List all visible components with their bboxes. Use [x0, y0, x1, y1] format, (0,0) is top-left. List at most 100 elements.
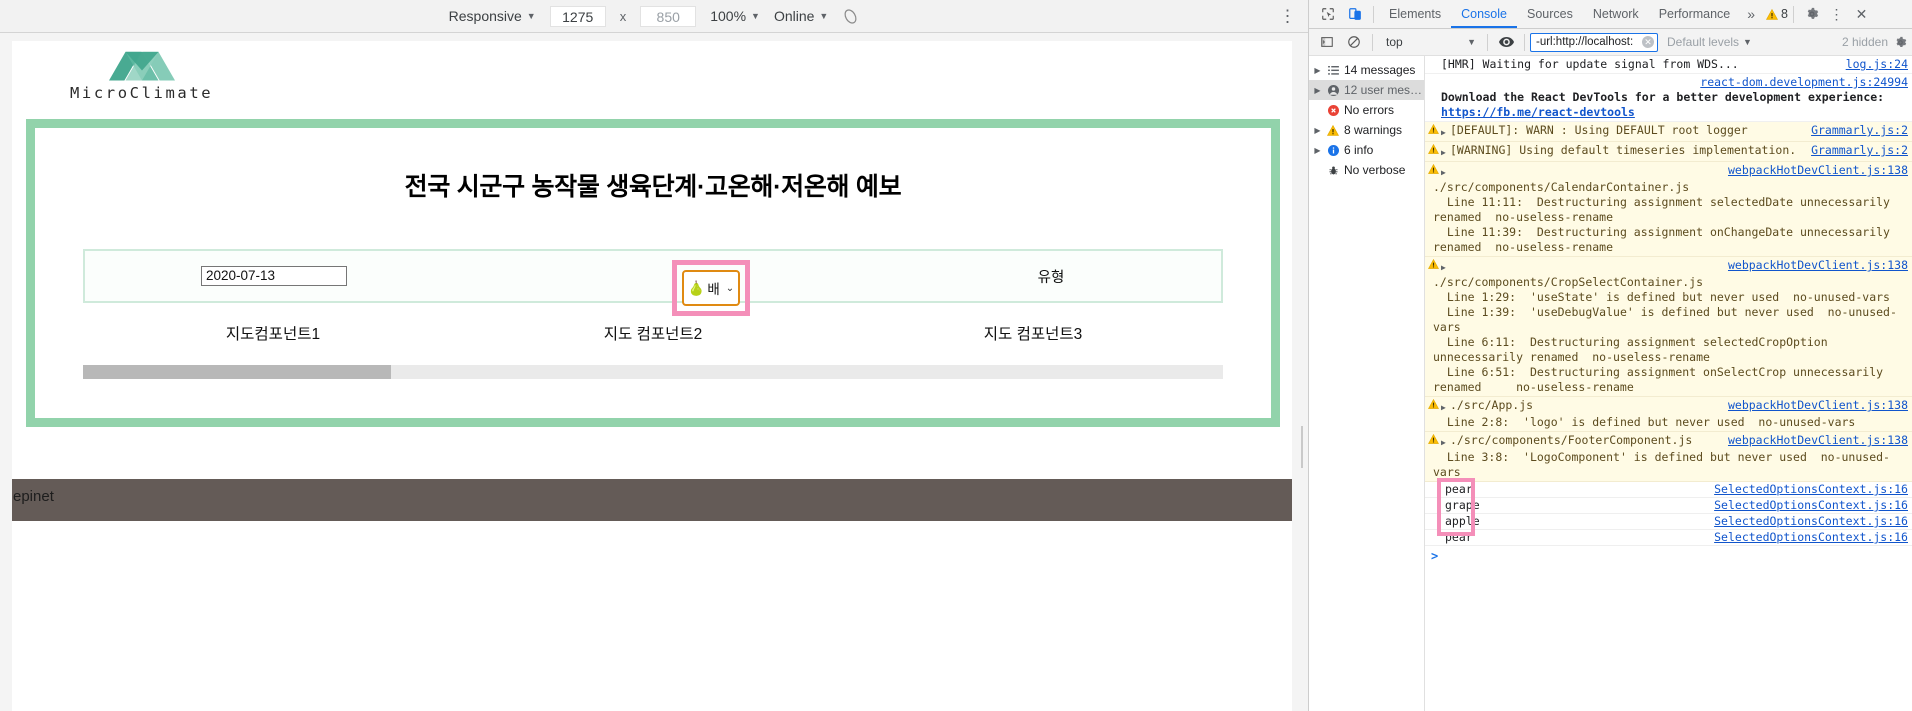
console-message[interactable]: react-dom.development.js:24994 Download …: [1425, 74, 1912, 122]
viewport-height-input[interactable]: 850: [640, 5, 697, 27]
footer-text: epinet: [13, 488, 54, 505]
clear-filter-icon[interactable]: ✕: [1642, 36, 1654, 48]
log-source-link[interactable]: Grammarly.js:2: [1805, 123, 1912, 138]
expand-triangle-icon[interactable]: ▶: [1313, 146, 1322, 155]
devtools-menu-icon[interactable]: ⋮: [1824, 6, 1849, 23]
message-icon-placeholder: [1425, 57, 1441, 58]
log-message-text: [DEFAULT]: WARN : Using DEFAULT root log…: [1450, 123, 1748, 137]
log-levels-value: Default levels: [1667, 35, 1740, 49]
expand-triangle-icon[interactable]: ▶: [1313, 86, 1322, 95]
expand-triangle-icon[interactable]: ▶: [1313, 66, 1322, 75]
log-source-link[interactable]: SelectedOptionsContext.js:16: [1708, 498, 1912, 513]
warning-icon: [1425, 163, 1441, 174]
toggle-console-sidebar-icon[interactable]: [1313, 29, 1340, 55]
tab-sources[interactable]: Sources: [1517, 0, 1583, 28]
log-source-link[interactable]: SelectedOptionsContext.js:16: [1708, 482, 1912, 497]
no-throttling-icon[interactable]: [842, 8, 859, 25]
console-message[interactable]: ▶ ./src/components/FooterComponent.js we…: [1425, 432, 1912, 482]
toolbar-divider: [1373, 5, 1374, 23]
horizontal-scrollbar[interactable]: [83, 365, 1223, 379]
console-message[interactable]: apple SelectedOptionsContext.js:16: [1425, 514, 1912, 530]
console-message[interactable]: pear SelectedOptionsContext.js:16: [1425, 482, 1912, 498]
expand-triangle-icon[interactable]: ▶: [1441, 123, 1450, 140]
console-toolbar: top ▼ -url:http://localhost: ✕ Default l…: [1309, 29, 1912, 56]
log-source-link[interactable]: SelectedOptionsContext.js:16: [1708, 530, 1912, 545]
console-settings-gear-icon[interactable]: [1888, 36, 1912, 49]
console-input-prompt[interactable]: >: [1425, 546, 1912, 566]
console-message[interactable]: ▶ [WARNING] Using default timeseries imp…: [1425, 142, 1912, 162]
log-source-link[interactable]: Grammarly.js:2: [1805, 143, 1912, 158]
viewport-width-input[interactable]: 1275: [549, 5, 606, 27]
console-message[interactable]: ▶ webpackHotDevClient.js:138 ./src/compo…: [1425, 257, 1912, 397]
type-label: 유형: [1037, 269, 1065, 286]
expand-triangle-icon[interactable]: ▶: [1313, 126, 1322, 135]
gear-icon[interactable]: [1799, 7, 1824, 21]
tab-console[interactable]: Console: [1451, 0, 1517, 28]
log-message-text: Download the React DevTools for a better…: [1441, 90, 1885, 104]
expand-triangle-icon[interactable]: ▶: [1441, 433, 1450, 450]
console-message[interactable]: grape SelectedOptionsContext.js:16: [1425, 498, 1912, 514]
console-log-area[interactable]: [HMR] Waiting for update signal from WDS…: [1425, 56, 1912, 711]
tab-elements[interactable]: Elements: [1379, 0, 1451, 28]
brand-logo[interactable]: MicroClimate: [70, 48, 213, 102]
crop-select[interactable]: 🍐 배 ⌄: [682, 270, 740, 306]
warning-badge[interactable]: 8: [1766, 7, 1788, 21]
controls-row: 2020-07-13 🍐 배 ⌄ 유형: [83, 249, 1223, 316]
inspect-element-icon[interactable]: [1314, 1, 1341, 27]
expand-triangle-icon[interactable]: ▶: [1441, 258, 1450, 275]
toggle-device-toolbar-icon[interactable]: [1341, 1, 1368, 27]
sidebar-item-user-messages[interactable]: ▶ 12 user mes…: [1309, 80, 1424, 100]
log-levels-selector[interactable]: Default levels ▼: [1667, 35, 1752, 49]
zoom-value: 100%: [710, 8, 747, 24]
log-message-text: Line 2:8: 'logo' is defined but never us…: [1433, 415, 1856, 429]
panel-splitter[interactable]: [1296, 66, 1308, 711]
tab-network[interactable]: Network: [1583, 0, 1649, 28]
sidebar-item-errors[interactable]: ▶ No errors: [1309, 100, 1424, 120]
expand-triangle-icon[interactable]: ▶: [1441, 163, 1450, 180]
console-message[interactable]: ▶ [DEFAULT]: WARN : Using DEFAULT root l…: [1425, 122, 1912, 142]
date-input[interactable]: 2020-07-13: [201, 266, 347, 286]
log-source-link[interactable]: react-dom.development.js:24994: [1694, 75, 1912, 89]
log-source-link[interactable]: SelectedOptionsContext.js:16: [1708, 514, 1912, 529]
warning-icon: [1425, 258, 1441, 269]
expand-triangle-icon[interactable]: ▶: [1441, 398, 1450, 415]
log-source-link[interactable]: webpackHotDevClient.js:138: [1722, 258, 1912, 273]
console-message[interactable]: ▶ ./src/App.js webpackHotDevClient.js:13…: [1425, 397, 1912, 432]
tab-performance[interactable]: Performance: [1649, 0, 1741, 28]
warning-badge-count: 8: [1781, 7, 1788, 21]
log-source-link[interactable]: webpackHotDevClient.js:138: [1722, 433, 1912, 448]
browser-viewport: Responsive ▼ 1275 x 850 100% ▼ Online ▼ …: [0, 0, 1308, 711]
warning-icon: [1425, 123, 1441, 134]
throttling-selector[interactable]: Online ▼: [774, 8, 828, 24]
device-name: Responsive: [448, 8, 522, 24]
console-filter-input[interactable]: -url:http://localhost: ✕: [1530, 32, 1658, 52]
clear-console-icon[interactable]: [1340, 29, 1367, 55]
console-message[interactable]: pear SelectedOptionsContext.js:16: [1425, 530, 1912, 546]
expand-triangle-icon[interactable]: ▶: [1441, 143, 1450, 160]
log-source-link[interactable]: webpackHotDevClient.js:138: [1722, 398, 1912, 413]
close-devtools-icon[interactable]: ✕: [1849, 6, 1874, 23]
sidebar-item-verbose[interactable]: ▶ No verbose: [1309, 160, 1424, 180]
device-selector[interactable]: Responsive ▼: [449, 8, 536, 24]
screen: Responsive ▼ 1275 x 850 100% ▼ Online ▼ …: [0, 0, 1912, 711]
error-icon: [1326, 104, 1340, 116]
device-toolbar-menu-icon[interactable]: ⋮: [1279, 8, 1296, 25]
log-message-text: pear: [1445, 482, 1473, 496]
console-message[interactable]: [HMR] Waiting for update signal from WDS…: [1425, 56, 1912, 74]
live-expression-eye-icon[interactable]: [1493, 36, 1519, 48]
log-source-link[interactable]: log.js:24: [1840, 57, 1912, 72]
more-tabs-icon[interactable]: »: [1740, 6, 1762, 22]
sidebar-info-label: 6 info: [1344, 143, 1374, 157]
scrollbar-thumb[interactable]: [83, 365, 391, 379]
sidebar-item-warnings[interactable]: ▶ 8 warnings: [1309, 120, 1424, 140]
console-message[interactable]: ▶ webpackHotDevClient.js:138 ./src/compo…: [1425, 162, 1912, 257]
map-component-2-label: 지도 컴포넌트2: [603, 326, 703, 343]
zoom-selector[interactable]: 100% ▼: [710, 8, 760, 24]
react-devtools-link[interactable]: https://fb.me/react-devtools: [1441, 105, 1912, 120]
javascript-context-selector[interactable]: top ▼: [1378, 35, 1482, 49]
log-source-link[interactable]: webpackHotDevClient.js:138: [1722, 163, 1912, 178]
sidebar-item-info[interactable]: ▶ 6 info: [1309, 140, 1424, 160]
warning-icon: [1425, 433, 1441, 444]
sidebar-user-messages-label: 12 user mes…: [1344, 83, 1423, 97]
sidebar-item-messages[interactable]: ▶ 14 messages: [1309, 60, 1424, 80]
